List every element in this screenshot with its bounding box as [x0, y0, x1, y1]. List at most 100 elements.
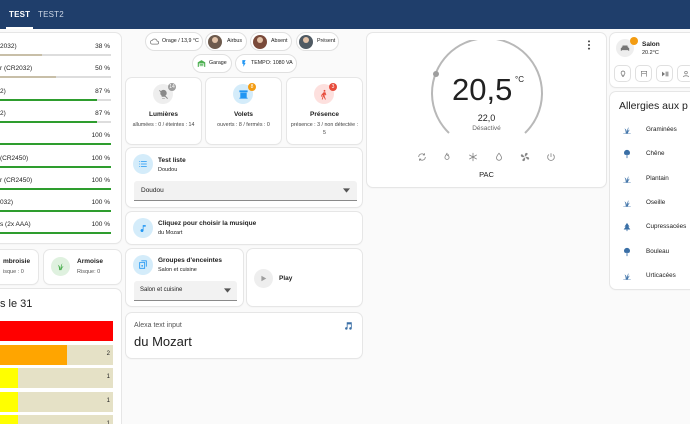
weather-chip[interactable]: Orage / 13,9 °C	[145, 32, 203, 51]
tree-icon	[624, 150, 630, 159]
avatar	[253, 35, 267, 49]
tile-volets[interactable]: 8 Volets ouverts : 8 / fermés : 0	[206, 78, 281, 144]
allergy-name: Plantain	[646, 174, 669, 182]
person-airbus-label: Airbus	[227, 38, 243, 44]
person-present-chip[interactable]: Présent	[296, 32, 339, 51]
top-app-bar: TEST TEST2	[0, 0, 690, 29]
battery-name: (CR2450)	[0, 154, 29, 162]
speaker-groups-title: Groupes d'enceintes	[158, 257, 223, 264]
current-temperature: 20,5	[452, 72, 513, 107]
battery-card: 2032) 38 % r (CR2032) 50 % 2) 87 % 2) 87 % 100 %…	[0, 33, 121, 243]
water-drop-icon[interactable]	[494, 152, 504, 162]
forecast-title: s le 31	[0, 298, 33, 310]
battery-bar	[0, 54, 111, 56]
alexa-input-card[interactable]: Alexa text input du Mozart	[126, 313, 362, 358]
battery-row[interactable]: 2032) 38 %	[0, 39, 113, 61]
salon-media-button[interactable]	[656, 65, 673, 82]
battery-bar	[0, 143, 111, 146]
more-vert-icon[interactable]	[586, 40, 592, 50]
forecast-row: 1	[0, 368, 113, 388]
play-label: Play	[279, 275, 293, 282]
forecast-value: 1	[106, 374, 110, 380]
battery-fill	[0, 120, 97, 123]
blinds-icon	[641, 71, 647, 77]
battery-bar	[0, 232, 111, 235]
battery-row[interactable]: (CR2450) 100 %	[0, 151, 113, 173]
cloud-icon	[150, 38, 159, 45]
play-card[interactable]: Play	[247, 249, 362, 306]
tile-volets-title: Volets	[233, 111, 254, 118]
forecast-level-bar	[0, 321, 113, 341]
forecast-value: 1	[106, 397, 110, 404]
battery-value: 100 %	[91, 132, 110, 140]
battery-list: 2032) 38 % r (CR2032) 50 % 2) 87 % 2) 87 % 100 %…	[0, 39, 120, 239]
hvac-mode-bar	[415, 152, 559, 164]
forecast-row: 1	[0, 415, 113, 424]
speaker-groups-select[interactable]: Salon et cuisine	[134, 281, 237, 301]
weather-label: Orage / 13,9 °C	[162, 38, 199, 44]
test-liste-select[interactable]: Doudou	[134, 181, 357, 201]
tile-presence-title: Présence	[310, 111, 339, 118]
battery-row[interactable]: 100 %	[0, 128, 113, 150]
pollen-ambroisie-name: mbroisie	[3, 258, 31, 265]
snowflake-icon[interactable]	[468, 152, 478, 162]
battery-value: 100 %	[91, 154, 110, 162]
tile-presence[interactable]: 3 Présence présence : 3 / non détectée :…	[287, 78, 362, 144]
battery-row[interactable]: r (CR2032) 50 %	[0, 61, 113, 83]
flash-icon	[242, 60, 246, 67]
salon-light-button[interactable]	[614, 65, 631, 82]
grass-icon	[623, 127, 631, 134]
forecast-row: 1	[0, 391, 113, 412]
auto-mode-icon[interactable]	[417, 152, 427, 162]
battery-name: s (2x AAA)	[0, 221, 31, 229]
battery-row[interactable]: 2) 87 %	[0, 84, 113, 106]
battery-row[interactable]: 032) 100 %	[0, 195, 113, 217]
forecast-row: 2	[0, 344, 113, 365]
conifer-icon	[623, 223, 631, 232]
tempo-chip[interactable]: TEMPO: 1080 VA	[235, 54, 297, 73]
battery-value: 87 %	[95, 87, 110, 95]
avatar	[208, 35, 222, 49]
forecast-level-bar	[0, 415, 19, 424]
salon-name: Salon	[642, 41, 660, 48]
battery-fill	[0, 187, 111, 190]
battery-value: 87 %	[95, 109, 110, 117]
salon-blinds-button[interactable]	[635, 65, 652, 82]
garage-chip[interactable]: Garage	[192, 54, 232, 73]
allergy-name: Graminées	[646, 126, 677, 133]
tile-presence-sub: présence : 3 / non détectée : 5	[290, 122, 359, 136]
music-note-icon	[133, 218, 153, 238]
person-airbus-chip[interactable]: Airbus	[205, 32, 247, 51]
person-absent-chip[interactable]: Absent	[250, 32, 292, 51]
music-card[interactable]: Cliquez pour choisir la musique du Mozar…	[126, 212, 362, 244]
battery-row[interactable]: r (CR2450) 100 %	[0, 173, 113, 195]
salon-alert-badge	[630, 37, 638, 45]
salon-presence-button[interactable]	[677, 65, 690, 82]
hvac-mode: Désactivé	[472, 125, 501, 132]
test-liste-card: Test liste Doudou Doudou	[126, 148, 362, 207]
forecast-level-bar	[0, 368, 19, 388]
battery-bar	[0, 76, 111, 79]
tab-test2[interactable]: TEST2	[38, 0, 64, 29]
alexa-input-value[interactable]: du Mozart	[134, 334, 192, 349]
battery-row[interactable]: s (2x AAA) 100 %	[0, 217, 113, 239]
play-pause-icon	[662, 71, 669, 77]
tile-volets-sub: ouverts : 8 / fermés : 0	[217, 122, 270, 128]
battery-row[interactable]: 2) 87 %	[0, 106, 113, 128]
lightbulb-icon	[620, 70, 626, 77]
fire-icon[interactable]	[442, 152, 452, 162]
power-icon[interactable]	[546, 152, 556, 162]
avatar	[299, 35, 313, 49]
person-present-label: Présent	[317, 38, 336, 44]
pollen-ambroisie-card[interactable]: mbroisie isque : 0	[0, 250, 38, 284]
forecast-level-bar	[0, 391, 19, 412]
garage-icon	[197, 60, 206, 67]
tab-test[interactable]: TEST	[5, 0, 34, 29]
pollen-armoise-card[interactable]: Armoise Risque: 0	[44, 250, 121, 284]
allergy-name: Oseille	[646, 198, 666, 206]
fan-icon[interactable]	[520, 152, 530, 162]
tile-lumieres[interactable]: 14 Lumières allumées : 0 / éteintes : 14	[126, 78, 201, 144]
dial-handle[interactable]	[433, 71, 439, 77]
battery-value: 50 %	[95, 65, 110, 73]
salon-card[interactable]: Salon 20.2°C	[610, 33, 690, 87]
